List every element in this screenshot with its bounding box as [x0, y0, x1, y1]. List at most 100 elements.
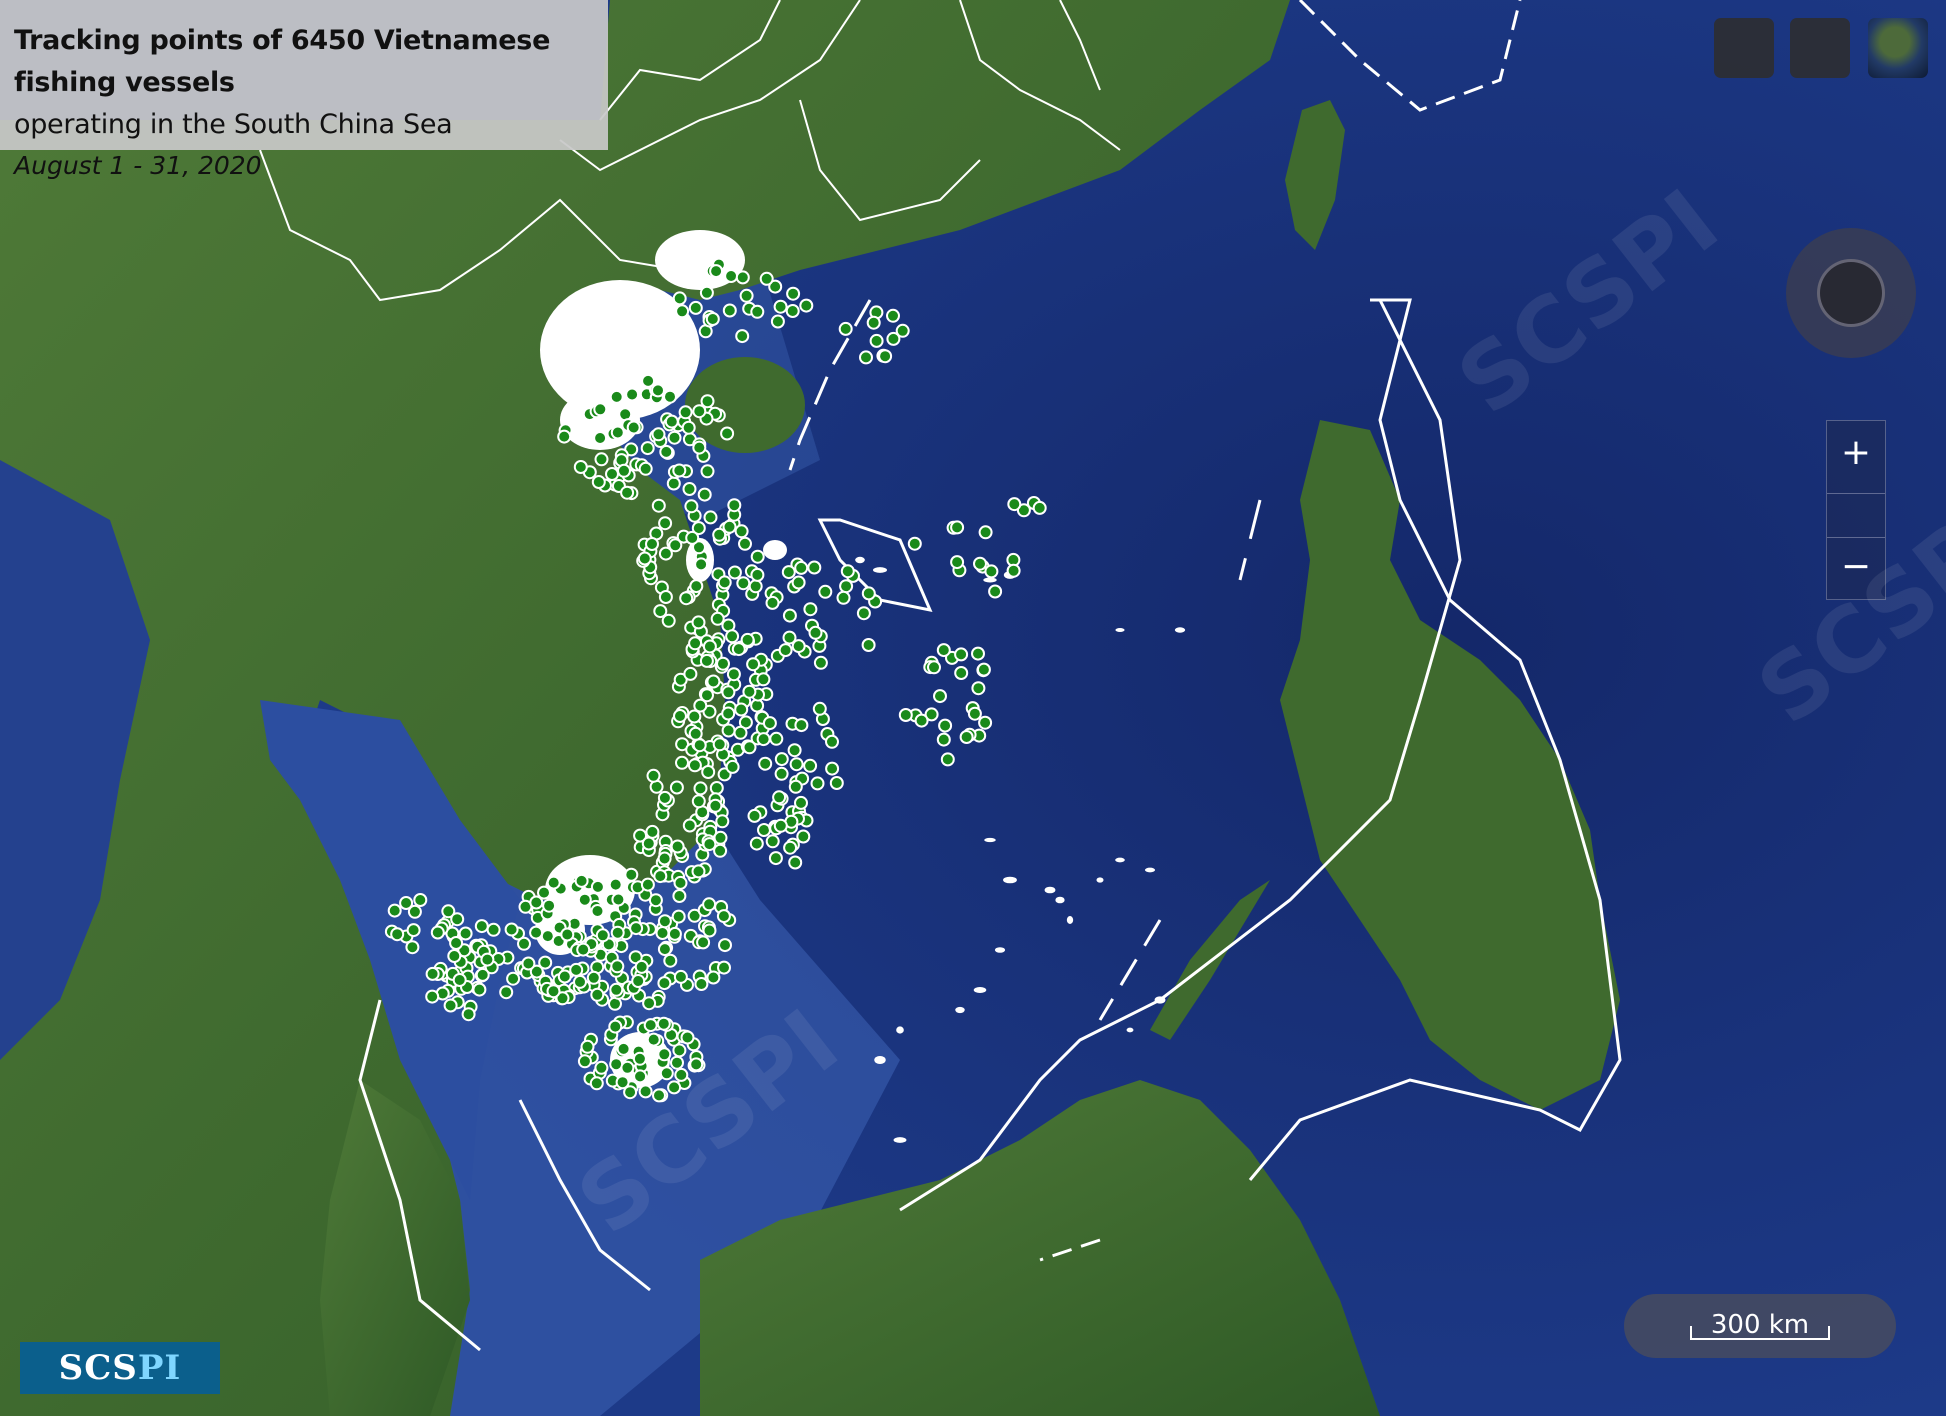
vessel-point [480, 952, 495, 967]
vessel-point [765, 834, 780, 849]
reef [874, 1056, 886, 1064]
vessel-point [640, 441, 655, 456]
vessel-point [978, 525, 993, 540]
vessel-point [748, 579, 763, 594]
vessel-point [624, 867, 639, 882]
map-canvas[interactable] [0, 0, 1946, 1416]
vessel-point [717, 575, 732, 590]
vessel-point [808, 625, 823, 640]
vessel-point [521, 956, 536, 971]
vessel-point [658, 590, 673, 604]
zoom-in-icon[interactable]: + [1827, 425, 1885, 483]
compass-icon[interactable] [1786, 228, 1916, 358]
vessel-point [685, 530, 700, 545]
vessel-point [936, 732, 951, 747]
vessel-point [721, 685, 736, 700]
zoom-out-icon[interactable]: − [1827, 539, 1885, 597]
vessel-point [818, 584, 833, 599]
vessel-point [1032, 500, 1047, 515]
vessel-point [399, 896, 414, 910]
vessel-point [557, 969, 572, 984]
map-title-line-1: Tracking points of 6450 Vietnamese fishi… [14, 25, 551, 98]
vessel-point [475, 967, 490, 982]
vessel-point [791, 575, 806, 590]
vessel-point [786, 286, 801, 301]
vessel-point [716, 656, 730, 671]
vessel-point [651, 427, 666, 442]
vessel-point [788, 779, 803, 794]
vessel-point [716, 909, 731, 924]
vessel-point [713, 830, 728, 845]
vessel-point [626, 420, 641, 435]
reef [896, 1026, 904, 1034]
vessel-point [705, 312, 720, 326]
vessel-point [758, 756, 773, 771]
vessel-point [472, 982, 487, 997]
vessel-point [702, 837, 717, 852]
vessel-point [529, 925, 544, 940]
vessel-point [950, 520, 965, 535]
vessel-point [702, 897, 717, 912]
vessel-point [718, 938, 732, 953]
reef [1144, 867, 1156, 873]
vessel-point [886, 308, 900, 323]
vessel-point [720, 426, 735, 441]
vessel-point [641, 373, 656, 388]
vessel-point [608, 877, 623, 892]
vessel-point [691, 864, 706, 879]
vessel-point [577, 892, 592, 907]
vessel-point [682, 818, 697, 833]
vessel-point [785, 304, 800, 318]
vessel-point [637, 551, 652, 566]
reef [1066, 916, 1074, 924]
vessel-point [678, 405, 693, 420]
vessel-point [940, 752, 955, 767]
vessel-point [746, 657, 761, 672]
vessel-point [671, 909, 686, 924]
vessel-point [589, 1076, 604, 1091]
zoom-divider [1827, 493, 1885, 494]
vessel-point [693, 781, 708, 796]
map-date-range: August 1 - 31, 2020 [14, 151, 262, 180]
vessel-point [413, 893, 428, 907]
vessel-point [667, 430, 682, 445]
vessel-point [569, 962, 584, 977]
vessel-point [675, 755, 689, 770]
vessel-point [657, 976, 672, 991]
vessel-point [593, 431, 608, 445]
reef [1044, 886, 1056, 894]
vessel-point [405, 940, 420, 955]
vessel-point [657, 914, 672, 929]
map-tool-button-1[interactable] [1714, 18, 1774, 78]
map-tool-button-2[interactable] [1790, 18, 1850, 78]
vessel-point [749, 836, 764, 851]
vessel-point [390, 927, 405, 942]
reef [994, 947, 1006, 953]
vessel-point [712, 737, 727, 752]
vessel-point [666, 476, 681, 491]
vessel-point [655, 926, 670, 940]
compass-center[interactable] [1817, 259, 1885, 327]
vessel-point [726, 667, 741, 682]
vessel-point [722, 303, 737, 318]
vessel-point [839, 579, 854, 594]
vessel-point [692, 440, 707, 455]
vessel-point [933, 689, 947, 704]
vessel-point [688, 726, 703, 741]
vessel-point [586, 970, 601, 985]
vessel-point [701, 765, 716, 779]
vessel-point [702, 923, 717, 938]
vessel-point [643, 1018, 658, 1033]
vessel-point [590, 879, 605, 894]
vessel-point [616, 1041, 631, 1056]
vessel-point [648, 893, 663, 908]
vessel-point [634, 959, 649, 974]
vessel-point [672, 463, 687, 478]
vessel-point [638, 461, 653, 476]
layer-thumbnail-icon[interactable] [1868, 18, 1928, 78]
vessel-point [694, 977, 709, 991]
vessel-point [825, 761, 840, 776]
reef [1174, 627, 1186, 633]
reef [984, 837, 996, 843]
vessel-point [706, 970, 721, 985]
